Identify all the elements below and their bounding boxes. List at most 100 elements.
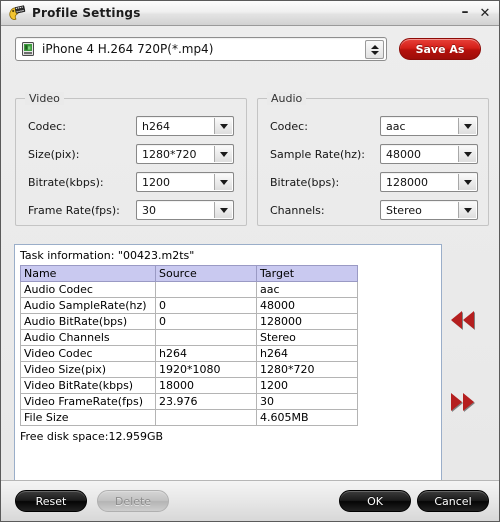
audio-bitrate-label: Bitrate(bps):	[270, 175, 340, 189]
video-size-row: Size(pix): 1280*720	[28, 143, 238, 165]
table-row[interactable]: Video Codec h264 h264	[20, 345, 358, 362]
audio-samplerate-row: Sample Rate(hz): 48000	[270, 143, 482, 165]
table-row[interactable]: Video BitRate(kbps) 18000 1200	[20, 377, 358, 394]
row-source: 0	[155, 313, 257, 330]
column-header-target: Target	[256, 265, 358, 282]
row-source: h264	[155, 345, 257, 362]
audio-bitrate-row: Bitrate(bps): 128000	[270, 171, 482, 193]
row-source: 0	[155, 297, 257, 314]
table-row[interactable]: File Size 4.605MB	[20, 409, 358, 426]
video-codec-select[interactable]: h264	[136, 116, 234, 136]
row-target: h264	[256, 345, 358, 362]
profile-settings-window: Profile Settings – ✕ iPhone 4 H.264 720P…	[0, 0, 500, 522]
double-arrow-left-icon	[451, 311, 474, 329]
device-profile-icon	[20, 41, 36, 57]
video-bitrate-label: Bitrate(kbps):	[28, 175, 104, 189]
double-arrow-right-icon	[451, 393, 474, 411]
chevron-down-icon	[458, 202, 476, 218]
row-target: 1280*720	[256, 361, 358, 378]
chevron-down-icon	[214, 118, 232, 134]
row-target: 30	[256, 393, 358, 410]
video-framerate-row: Frame Rate(fps): 30	[28, 199, 238, 221]
row-source: 1920*1080	[155, 361, 257, 378]
spinner-down-icon	[370, 50, 379, 55]
table-row[interactable]: Audio Codec aac	[20, 281, 358, 298]
audio-samplerate-label: Sample Rate(hz):	[270, 147, 365, 161]
audio-bitrate-select[interactable]: 128000	[380, 172, 478, 192]
row-name: Video Size(pix)	[20, 361, 156, 378]
row-name: Audio Codec	[20, 281, 156, 298]
table-header-row: Name Source Target	[20, 265, 358, 282]
video-size-select[interactable]: 1280*720	[136, 144, 234, 164]
video-framerate-select[interactable]: 30	[136, 200, 234, 220]
row-name: Video FrameRate(fps)	[20, 393, 156, 410]
task-information-panel: Task information: "00423.m2ts" Name Sour…	[14, 244, 442, 480]
dialog-footer: Reset Delete OK Cancel	[1, 480, 499, 521]
video-group-legend: Video	[25, 92, 64, 105]
audio-settings-group: Audio Codec: aac Sample Rate(hz): 48000 …	[257, 92, 489, 226]
table-row[interactable]: Audio Channels Stereo	[20, 329, 358, 346]
video-settings-group: Video Codec: h264 Size(pix): 1280*720 Bi…	[15, 92, 247, 226]
reset-button[interactable]: Reset	[15, 490, 87, 512]
column-header-source: Source	[155, 265, 257, 282]
video-codec-row: Codec: h264	[28, 115, 238, 137]
row-source: 23.976	[155, 393, 257, 410]
dialog-body: iPhone 4 H.264 720P(*.mp4) Save As Video…	[1, 26, 499, 480]
row-name: Video BitRate(kbps)	[20, 377, 156, 394]
profile-combobox[interactable]: iPhone 4 H.264 720P(*.mp4)	[15, 37, 387, 61]
table-row[interactable]: Audio BitRate(bps) 0 128000	[20, 313, 358, 330]
table-row[interactable]: Video FrameRate(fps) 23.976 30	[20, 393, 358, 410]
row-name: Audio SampleRate(hz)	[20, 297, 156, 314]
profile-selector-row: iPhone 4 H.264 720P(*.mp4) Save As	[15, 35, 487, 63]
row-name: File Size	[20, 409, 156, 426]
row-target: 48000	[256, 297, 358, 314]
nav-next-button[interactable]	[451, 393, 491, 415]
table-row[interactable]: Audio SampleRate(hz) 0 48000	[20, 297, 358, 314]
video-framerate-label: Frame Rate(fps):	[28, 203, 120, 217]
audio-channels-select[interactable]: Stereo	[380, 200, 478, 220]
video-codec-label: Codec:	[28, 119, 66, 133]
row-source	[155, 329, 257, 346]
row-target: 4.605MB	[256, 409, 358, 426]
row-target: Stereo	[256, 329, 358, 346]
row-target: 1200	[256, 377, 358, 394]
row-target: aac	[256, 281, 358, 298]
save-as-button[interactable]: Save As	[399, 38, 481, 60]
title-bar: Profile Settings – ✕	[1, 1, 499, 26]
row-source	[155, 409, 257, 426]
row-source	[155, 281, 257, 298]
spinner-up-icon	[370, 44, 379, 49]
video-bitrate-select[interactable]: 1200	[136, 172, 234, 192]
profile-settings-icon	[7, 4, 26, 23]
row-target: 128000	[256, 313, 358, 330]
chevron-down-icon	[458, 146, 476, 162]
ok-button[interactable]: OK	[339, 490, 411, 512]
cancel-button[interactable]: Cancel	[417, 490, 489, 512]
table-row[interactable]: Video Size(pix) 1920*1080 1280*720	[20, 361, 358, 378]
audio-codec-select[interactable]: aac	[380, 116, 478, 136]
chevron-down-icon	[458, 118, 476, 134]
task-information-table: Name Source Target Audio Codec aac Audio…	[20, 265, 358, 426]
task-information-title: Task information: "00423.m2ts"	[20, 249, 195, 262]
row-name: Video Codec	[20, 345, 156, 362]
audio-samplerate-select[interactable]: 48000	[380, 144, 478, 164]
nav-previous-button[interactable]	[451, 311, 491, 333]
column-header-name: Name	[20, 265, 156, 282]
chevron-down-icon	[214, 146, 232, 162]
chevron-down-icon	[214, 174, 232, 190]
video-size-label: Size(pix):	[28, 147, 80, 161]
profile-selected-value: iPhone 4 H.264 720P(*.mp4)	[42, 42, 214, 56]
video-bitrate-row: Bitrate(kbps): 1200	[28, 171, 238, 193]
minimize-button[interactable]: –	[455, 2, 475, 25]
row-name: Audio Channels	[20, 329, 156, 346]
close-button[interactable]: ✕	[475, 3, 495, 23]
free-disk-space-label: Free disk space:12.959GB	[20, 430, 164, 443]
audio-group-legend: Audio	[267, 92, 307, 105]
profile-spinner[interactable]	[365, 40, 384, 59]
delete-button: Delete	[97, 490, 169, 512]
row-name: Audio BitRate(bps)	[20, 313, 156, 330]
row-source: 18000	[155, 377, 257, 394]
chevron-down-icon	[214, 202, 232, 218]
audio-channels-label: Channels:	[270, 203, 325, 217]
window-title: Profile Settings	[32, 6, 141, 20]
